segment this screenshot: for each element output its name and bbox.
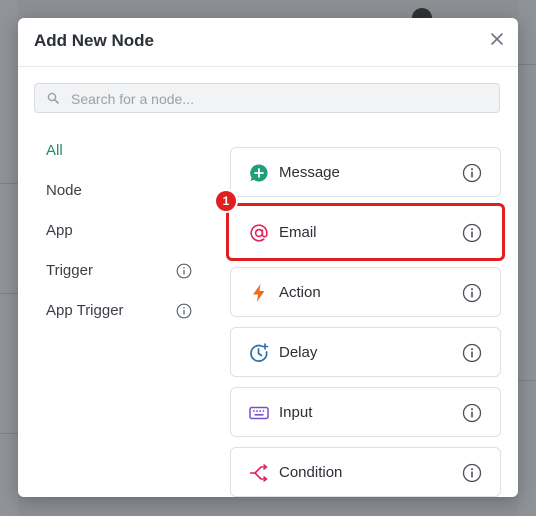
info-icon[interactable]: [462, 223, 482, 243]
node-email[interactable]: Email: [226, 203, 505, 261]
info-icon[interactable]: [462, 283, 482, 303]
close-icon: [491, 33, 503, 45]
background-divider: [0, 183, 18, 184]
background-divider: [518, 380, 536, 381]
search-input[interactable]: [69, 84, 493, 114]
category-app[interactable]: App: [46, 222, 73, 239]
node-delay[interactable]: Delay: [230, 327, 501, 377]
info-icon[interactable]: [462, 403, 482, 423]
node-action[interactable]: Action: [230, 267, 501, 317]
info-icon[interactable]: [462, 343, 482, 363]
modal-header: Add New Node: [18, 18, 518, 67]
background-right-panel: [518, 0, 536, 516]
search-icon: [47, 92, 59, 104]
category-all[interactable]: All: [46, 142, 63, 159]
node-label: Condition: [279, 464, 343, 481]
at-sign-icon: [250, 224, 268, 242]
category-node[interactable]: Node: [46, 182, 82, 199]
category-app-trigger[interactable]: App Trigger: [46, 302, 124, 319]
node-label: Action: [279, 284, 321, 301]
info-icon[interactable]: [462, 463, 482, 483]
info-icon[interactable]: [462, 163, 482, 183]
node-message[interactable]: Message: [230, 147, 501, 197]
node-label: Email: [279, 224, 317, 241]
node-label: Input: [279, 404, 313, 421]
info-icon[interactable]: [176, 303, 192, 319]
node-input[interactable]: Input: [230, 387, 501, 437]
add-node-modal: Add New Node All Node App Trigger App Tr…: [18, 18, 518, 497]
node-label: Delay: [279, 344, 318, 361]
search-box[interactable]: [34, 83, 500, 114]
annotation-badge: 1: [216, 191, 236, 211]
background-divider: [0, 293, 18, 294]
node-label: Message: [279, 164, 340, 181]
node-condition[interactable]: Condition: [230, 447, 501, 497]
message-plus-icon: [250, 164, 268, 182]
lightning-bolt-icon: [253, 284, 265, 302]
clock-plus-icon: [250, 343, 269, 362]
split-arrows-icon: [249, 464, 268, 482]
background-left-panel: [0, 0, 18, 516]
category-trigger[interactable]: Trigger: [46, 262, 93, 279]
modal-title: Add New Node: [34, 31, 154, 50]
background-divider: [518, 64, 536, 65]
keyboard-icon: [249, 406, 269, 420]
info-icon[interactable]: [176, 263, 192, 279]
background-divider: [0, 433, 18, 434]
close-button[interactable]: [488, 30, 506, 48]
